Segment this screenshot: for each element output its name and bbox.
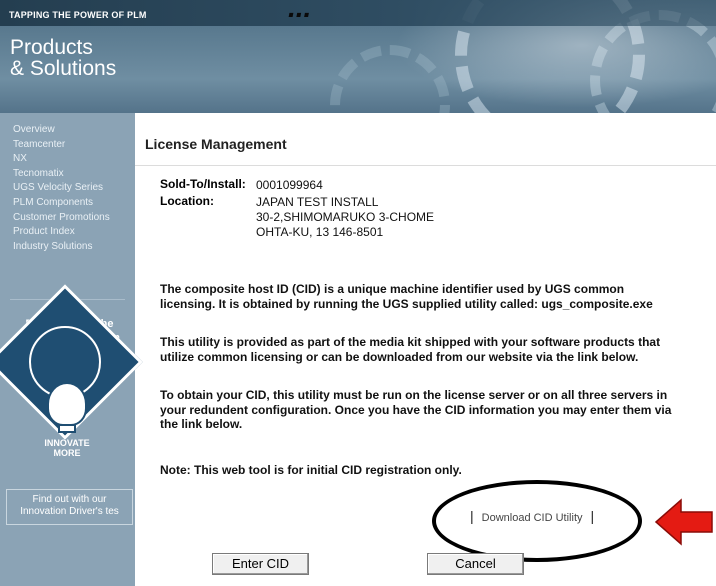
sidebar-item-plm-components[interactable]: PLM Components [13,196,110,211]
obtain-cid-paragraph: To obtain your CID, this utility must be… [160,388,672,431]
enter-cid-button[interactable]: Enter CID [212,553,309,575]
sidebar-item-overview[interactable]: Overview [13,123,110,138]
brand-line2: & Solutions [10,57,117,80]
page-title: License Management [145,136,287,152]
brand-title: Products & Solutions [10,37,116,79]
location-line3: OHTA-KU, 13 146-8501 [256,225,384,239]
sidebar-item-tecnomatix[interactable]: Tecnomatix [13,167,110,182]
sidebar-item-teamcenter[interactable]: Teamcenter [13,138,110,153]
innovation-drivers-test-link[interactable]: Find out with our Innovation Driver's te… [6,489,133,525]
sidebar-item-nx[interactable]: NX [13,152,110,167]
cropped-slogan: ... [288,0,312,23]
sidebar-nav: Overview Teamcenter NX Tecnomatix UGS Ve… [13,123,110,254]
sidebar-item-ugs-velocity-series[interactable]: UGS Velocity Series [13,181,110,196]
sidebar-item-product-index[interactable]: Product Index [13,225,110,240]
arrow-left-icon [654,498,713,546]
location-label: Location: [160,194,214,208]
sold-to-value: 0001099964 [256,178,323,192]
innovate-more-label: INNOVATE MORE [44,438,90,458]
highlight-circle [432,480,642,562]
find-line1: Find out with our [32,494,107,505]
header-banner: TAPPING THE POWER OF PLM ... Products & … [0,0,716,113]
location-line1: JAPAN TEST INSTALL [256,195,379,209]
sidebar-item-customer-promotions[interactable]: Customer Promotions [13,211,110,226]
location-line2: 30-2,SHIMOMARUKO 3-CHOME [256,210,435,224]
note-text: Note: This web tool is for initial CID r… [160,463,462,477]
sold-to-label: Sold-To/Install: [160,177,246,191]
find-line2: Innovation Driver's tes [20,506,119,517]
lightbulb-base [58,424,76,433]
sidebar-item-industry-solutions[interactable]: Industry Solutions [13,240,110,255]
cancel-button[interactable]: Cancel [427,553,524,575]
utility-info-paragraph: This utility is provided as part of the … [160,335,661,364]
main-content: License Management Sold-To/Install: 0001… [135,113,716,586]
lightbulb-icon [47,382,87,426]
brand-line1: Products [10,36,93,59]
cid-description-paragraph: The composite host ID (CID) is a unique … [160,282,653,311]
title-divider [135,165,716,166]
tagline: TAPPING THE POWER OF PLM [9,10,147,20]
